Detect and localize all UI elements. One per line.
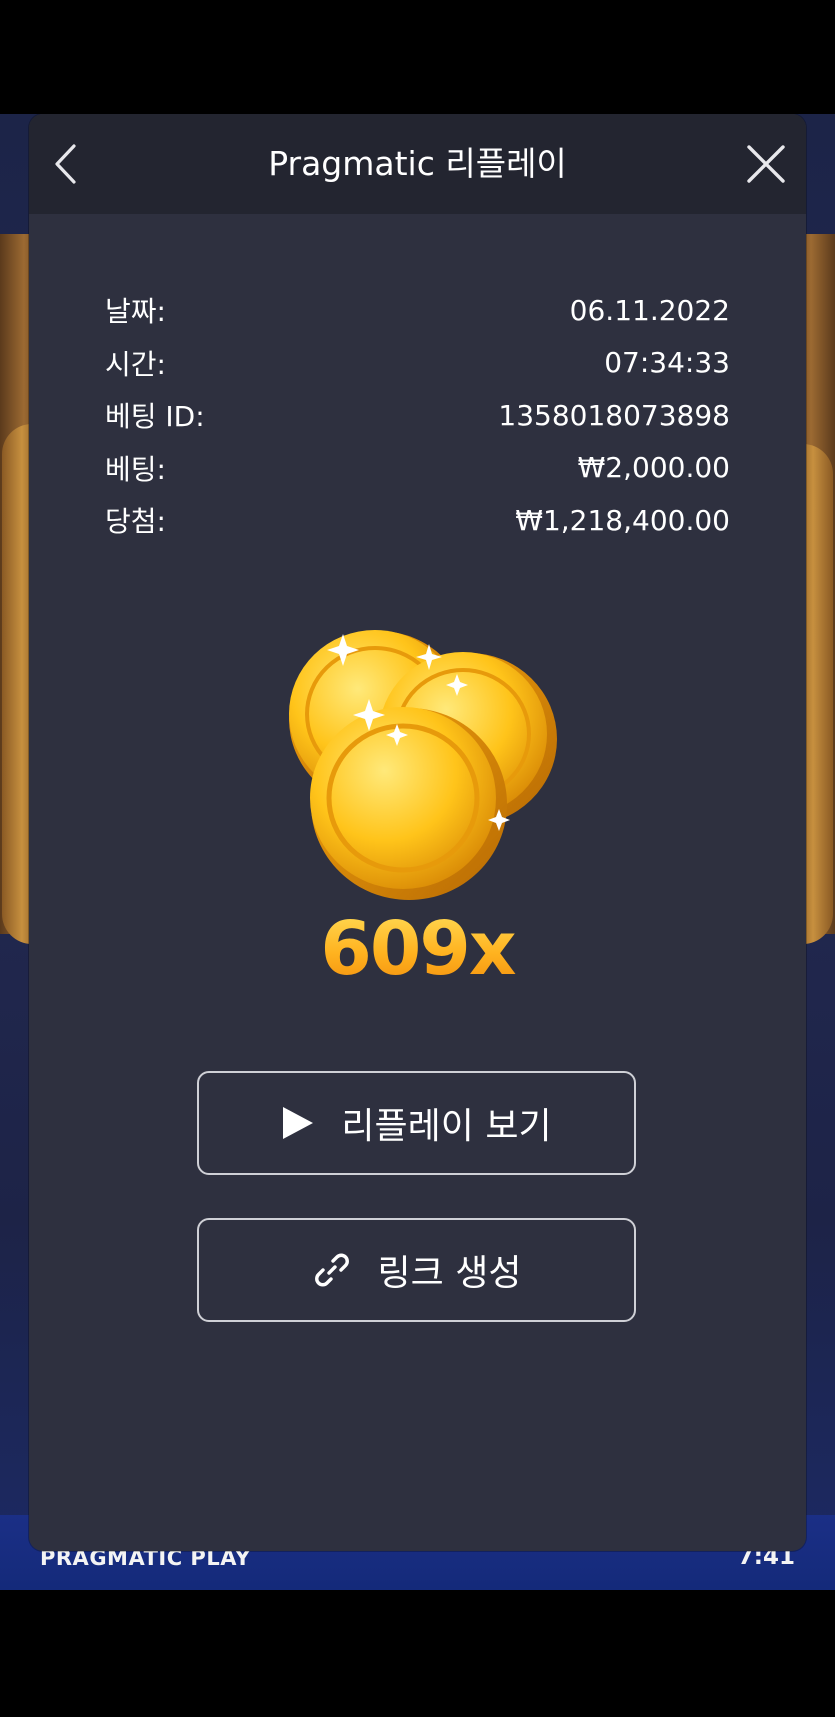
win-value: ₩1,218,400.00: [515, 503, 730, 537]
chevron-left-icon: [55, 144, 76, 184]
bet-details: 날짜: 06.11.2022 시간: 07:34:33 베팅 ID: 13580…: [105, 284, 730, 547]
detail-row-date: 날짜: 06.11.2022: [105, 284, 730, 337]
date-label: 날짜:: [105, 295, 166, 329]
back-button[interactable]: [41, 140, 89, 188]
time-label: 시간:: [105, 347, 166, 381]
detail-row-win: 당첨: ₩1,218,400.00: [105, 494, 730, 547]
play-icon: [281, 1105, 315, 1141]
bet-label: 베팅:: [105, 452, 166, 486]
link-icon: [312, 1250, 352, 1290]
replay-modal: Pragmatic 리플레이 날짜: 06.11.2022 시간: 07:34:…: [29, 114, 806, 1551]
detail-row-bet-id: 베팅 ID: 1358018073898: [105, 389, 730, 442]
screen: PRAGMATIC PLAY 7:41 Pragmatic 리플레이 날짜: 0…: [0, 0, 835, 1717]
bet-id-label: 베팅 ID:: [105, 400, 205, 434]
modal-header: Pragmatic 리플레이: [29, 114, 806, 214]
gold-coins-icon: [289, 630, 557, 900]
win-multiplier: 609x: [29, 904, 806, 994]
win-label: 당첨:: [105, 505, 166, 539]
bet-value: ₩2,000.00: [577, 451, 730, 485]
watch-replay-button[interactable]: 리플레이 보기: [197, 1071, 636, 1175]
modal-title: Pragmatic 리플레이: [268, 144, 567, 183]
detail-row-time: 시간: 07:34:33: [105, 337, 730, 390]
create-link-label: 링크 생성: [377, 1253, 522, 1294]
bet-id-value: 1358018073898: [498, 398, 730, 432]
date-value: 06.11.2022: [569, 293, 730, 327]
create-link-button[interactable]: 링크 생성: [197, 1218, 636, 1322]
detail-row-bet: 베팅: ₩2,000.00: [105, 442, 730, 495]
close-icon: [747, 145, 785, 183]
close-button[interactable]: [740, 138, 792, 190]
watch-replay-label: 리플레이 보기: [341, 1106, 552, 1147]
time-value: 07:34:33: [604, 346, 730, 380]
